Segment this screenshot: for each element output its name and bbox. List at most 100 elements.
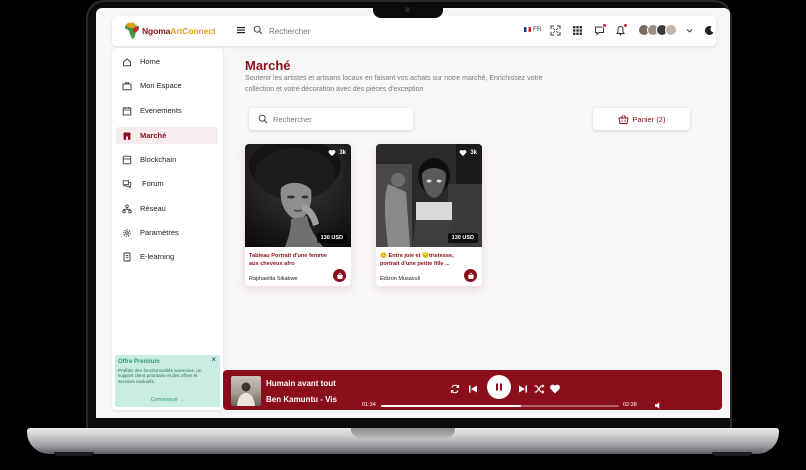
moon-icon[interactable] bbox=[704, 25, 715, 36]
calendar-icon bbox=[122, 106, 132, 115]
premium-title: Offre Premium bbox=[118, 359, 160, 365]
sidebar-item-label: Marché bbox=[140, 131, 167, 140]
elapsed-time: 01:34 bbox=[362, 402, 376, 408]
sidebar-item-blockchain[interactable]: Blockchain bbox=[116, 151, 218, 168]
album-cover-art bbox=[237, 382, 255, 406]
apps-grid-icon[interactable] bbox=[572, 25, 583, 36]
like-count: 3k bbox=[470, 150, 477, 156]
cart-label: Panier (2) bbox=[632, 114, 666, 124]
basket-icon bbox=[467, 272, 474, 279]
sidebar-item-parametres[interactable]: Paramètres bbox=[116, 224, 218, 241]
brand-main: Ngoma bbox=[142, 26, 171, 36]
app-screen: NgomaArtConnect FR bbox=[96, 8, 730, 418]
product-card[interactable]: 3k 130 USD 😊 Entre joie et 😔tristesse, p… bbox=[376, 144, 482, 286]
sidebar-item-evenements[interactable]: Evenements bbox=[116, 102, 218, 119]
online-users[interactable] bbox=[638, 24, 677, 36]
camera-icon bbox=[405, 7, 410, 12]
premium-description: Profitez des fonctionnalités avancées, u… bbox=[118, 368, 202, 384]
premium-start-link[interactable]: Commencer → bbox=[115, 397, 220, 403]
market-search-box[interactable] bbox=[249, 108, 413, 130]
next-track-icon[interactable] bbox=[517, 383, 529, 395]
shuffle-icon[interactable] bbox=[533, 383, 545, 395]
repeat-icon[interactable] bbox=[449, 383, 461, 395]
close-icon[interactable]: × bbox=[211, 356, 216, 364]
product-author[interactable]: Edizon Musavuli bbox=[380, 276, 420, 282]
previous-track-icon[interactable] bbox=[467, 383, 479, 395]
language-selector[interactable]: FR bbox=[524, 26, 542, 33]
product-card[interactable]: 3k 130 USD Tableau Portrait d'une femme … bbox=[245, 144, 351, 286]
sidebar-item-label: Home bbox=[140, 57, 161, 66]
sidebar-item-label: Evenements bbox=[140, 106, 182, 115]
forum-icon bbox=[122, 179, 132, 189]
progress-fill bbox=[381, 405, 522, 407]
sidebar-item-marche[interactable]: Marché bbox=[116, 127, 218, 144]
briefcase-icon bbox=[122, 81, 132, 90]
notifications-badge bbox=[623, 23, 628, 28]
sidebar-item-elearning[interactable]: E-learning bbox=[116, 248, 218, 265]
market-search-input[interactable] bbox=[273, 113, 403, 125]
total-duration: 02:38 bbox=[623, 402, 637, 408]
laptop-foot-right bbox=[712, 452, 752, 456]
like-counter[interactable]: 3k bbox=[328, 149, 346, 157]
page-title: Marché bbox=[245, 58, 291, 73]
cart-button[interactable]: Panier (2) bbox=[593, 108, 690, 130]
expand-icon[interactable] bbox=[550, 25, 561, 36]
price-badge: 130 USD bbox=[316, 233, 347, 243]
sidebar-item-label: E-learning bbox=[140, 252, 175, 261]
sidebar-item-label: Mon Espace bbox=[140, 81, 182, 90]
sidebar-item-label: Paramètres bbox=[140, 228, 179, 237]
blockchain-icon bbox=[122, 155, 132, 164]
product-image[interactable] bbox=[376, 144, 482, 247]
search-icon bbox=[258, 114, 268, 124]
language-code: FR bbox=[533, 26, 542, 33]
like-counter[interactable]: 3k bbox=[459, 149, 477, 157]
pause-icon bbox=[496, 383, 502, 391]
network-icon bbox=[122, 204, 132, 213]
heart-icon bbox=[328, 150, 336, 156]
sidebar-item-label: Blockchain bbox=[140, 155, 177, 164]
heart-icon bbox=[459, 150, 467, 156]
basket-icon bbox=[336, 272, 343, 279]
product-author[interactable]: Raphaelita Sikabwe bbox=[249, 276, 298, 282]
menu-icon[interactable] bbox=[236, 25, 246, 35]
store-icon bbox=[123, 132, 131, 140]
add-to-cart-button[interactable] bbox=[464, 269, 477, 282]
track-artist: Ben Kamuntu - Vis bbox=[266, 395, 337, 404]
premium-offer-card: Offre Premium × Profitez des fonctionnal… bbox=[115, 355, 220, 407]
africa-logo-icon[interactable] bbox=[123, 22, 141, 40]
france-flag-icon bbox=[524, 27, 531, 32]
chevron-down-icon[interactable] bbox=[686, 25, 693, 36]
laptop-foot-left bbox=[54, 452, 94, 456]
sidebar: Home Mon Espace Evenements Marché Blockc… bbox=[112, 48, 223, 410]
gear-icon bbox=[123, 228, 131, 237]
avatar[interactable] bbox=[665, 24, 677, 36]
brand-name[interactable]: NgomaArtConnect bbox=[142, 26, 216, 36]
home-icon bbox=[123, 57, 131, 66]
sidebar-item-forum[interactable]: Forum bbox=[116, 175, 218, 192]
laptop-mockup: NgomaArtConnect FR bbox=[0, 0, 806, 470]
add-to-cart-button[interactable] bbox=[333, 269, 346, 282]
volume-icon[interactable] bbox=[654, 401, 663, 410]
album-cover[interactable] bbox=[231, 376, 261, 406]
product-title[interactable]: 😊 Entre joie et 😔tristesse, portrait d'u… bbox=[380, 253, 464, 268]
like-count: 3k bbox=[339, 150, 346, 156]
sidebar-item-home[interactable]: Home bbox=[116, 53, 218, 70]
pause-button[interactable] bbox=[487, 375, 511, 399]
heart-icon[interactable] bbox=[549, 383, 561, 395]
product-title[interactable]: Tableau Portrait d'une femme aux cheveux… bbox=[249, 253, 333, 268]
messages-badge bbox=[602, 23, 607, 28]
sidebar-item-label: Réseau bbox=[140, 204, 166, 213]
product-image[interactable] bbox=[245, 144, 351, 247]
music-player: Humain avant tout Ben Kamuntu - Vis 01:3… bbox=[223, 370, 722, 410]
sidebar-item-reseau[interactable]: Réseau bbox=[116, 200, 218, 217]
top-search-input[interactable] bbox=[269, 25, 449, 37]
sidebar-item-mon-espace[interactable]: Mon Espace bbox=[116, 77, 218, 94]
brand-accent: ArtConnect bbox=[170, 26, 216, 36]
elearning-icon bbox=[123, 252, 131, 261]
page-subtitle: Soutenir les artistes et artisans locaux… bbox=[245, 75, 543, 93]
sidebar-item-label: Forum bbox=[142, 179, 164, 188]
top-bar: NgomaArtConnect FR bbox=[112, 16, 716, 46]
basket-icon bbox=[617, 114, 629, 124]
laptop-opening-notch bbox=[351, 428, 455, 438]
progress-bar[interactable] bbox=[381, 405, 619, 407]
